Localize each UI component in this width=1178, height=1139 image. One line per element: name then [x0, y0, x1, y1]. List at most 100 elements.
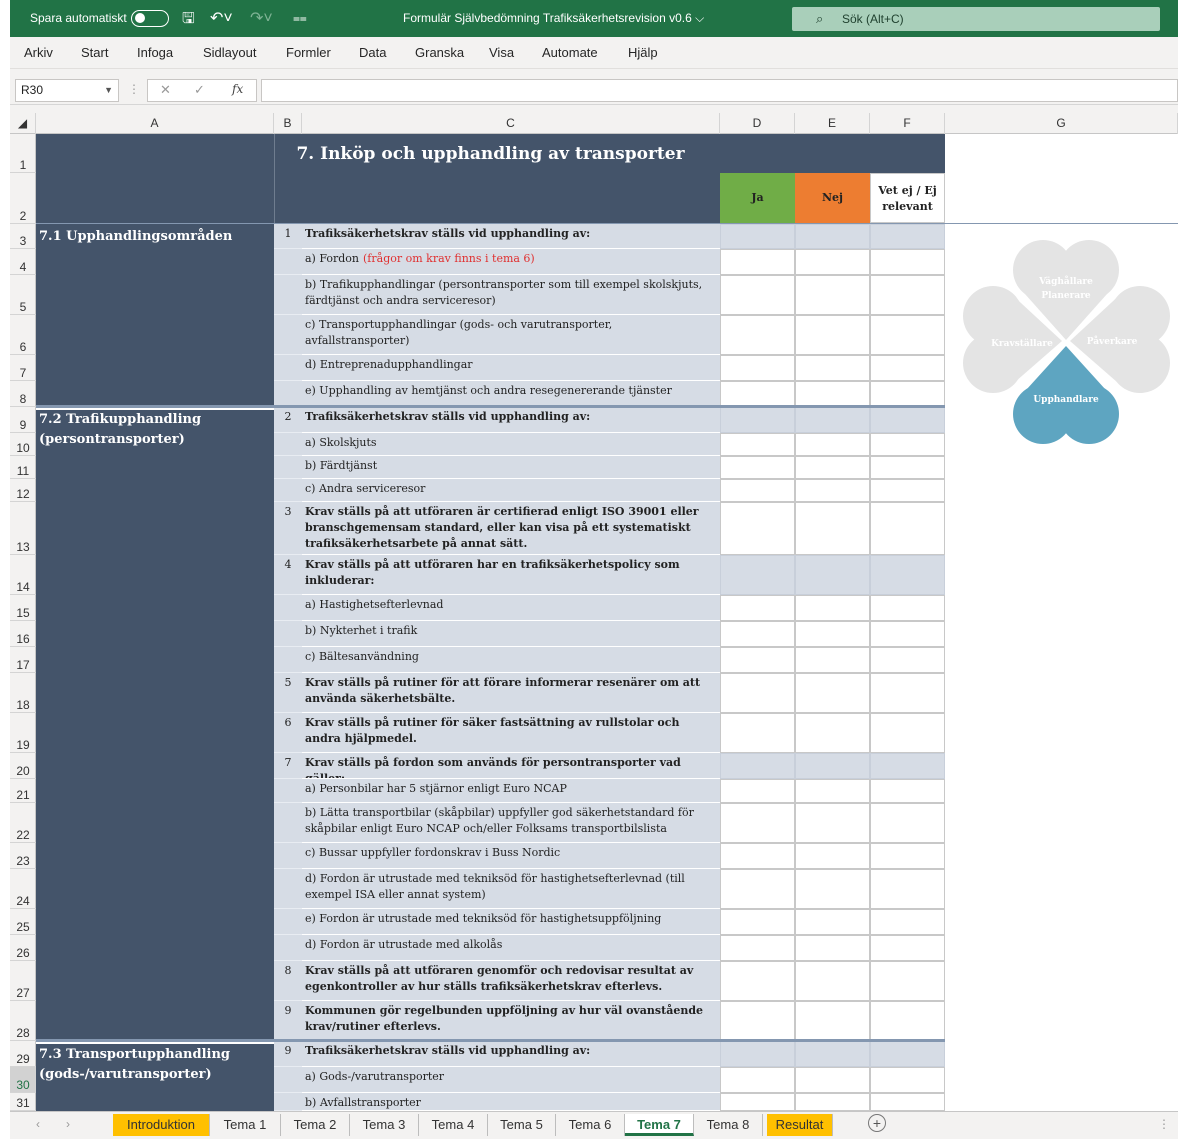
- answer-cell-nej[interactable]: [795, 1067, 870, 1093]
- question-number[interactable]: 6: [274, 713, 302, 753]
- row-header[interactable]: 13: [10, 502, 36, 555]
- answer-cell-nej[interactable]: [795, 1093, 870, 1111]
- answer-cell-nej[interactable]: [795, 621, 870, 647]
- question-text[interactable]: Kommunen gör regelbunden uppföljning av …: [302, 1001, 720, 1041]
- question-heading[interactable]: Trafiksäkerhetskrav ställs vid upphandli…: [302, 224, 720, 249]
- answer-cell-nej[interactable]: [795, 315, 870, 355]
- ribbon-tab-infoga[interactable]: Infoga: [137, 37, 173, 69]
- answer-cell-vet-ej[interactable]: [870, 713, 945, 753]
- ribbon-tab-formler[interactable]: Formler: [286, 37, 331, 69]
- row-header[interactable]: 9: [10, 407, 36, 433]
- answer-cell-nej[interactable]: [795, 753, 870, 779]
- sheet-tab-tema-7[interactable]: Tema 7: [625, 1114, 694, 1136]
- answer-cell-ja[interactable]: [720, 595, 795, 621]
- row-header[interactable]: 3: [10, 224, 36, 249]
- question-number[interactable]: [274, 275, 302, 315]
- search-box[interactable]: ⌕ Sök (Alt+C): [792, 7, 1160, 31]
- answer-cell-vet-ej[interactable]: [870, 779, 945, 803]
- question-heading[interactable]: Krav ställs på att utföraren har en traf…: [302, 555, 720, 595]
- row-header[interactable]: 1: [10, 134, 36, 173]
- answer-cell-ja[interactable]: [720, 935, 795, 961]
- row-header[interactable]: 17: [10, 647, 36, 673]
- question-number[interactable]: [274, 381, 302, 407]
- row-header[interactable]: 4: [10, 249, 36, 275]
- question-text[interactable]: c) Andra serviceresor: [302, 479, 720, 502]
- question-number[interactable]: [274, 869, 302, 909]
- row-header[interactable]: 7: [10, 355, 36, 381]
- answer-cell-nej[interactable]: [795, 355, 870, 381]
- question-text[interactable]: b) Lätta transportbilar (skåpbilar) uppf…: [302, 803, 720, 843]
- answer-cell-vet-ej[interactable]: [870, 456, 945, 479]
- answer-cell-nej[interactable]: [795, 1041, 870, 1067]
- question-text[interactable]: c) Bältesanvändning: [302, 647, 720, 673]
- answer-cell-ja[interactable]: [720, 713, 795, 753]
- row-header[interactable]: 27: [10, 961, 36, 1001]
- answer-cell-ja[interactable]: [720, 1093, 795, 1111]
- answer-cell-ja[interactable]: [720, 1001, 795, 1041]
- insert-function-icon[interactable]: fx: [232, 82, 243, 96]
- customize-toolbar-icon[interactable]: ⩵: [293, 0, 307, 37]
- column-header-b[interactable]: B: [274, 113, 302, 134]
- answer-cell-ja[interactable]: [720, 456, 795, 479]
- question-text[interactable]: Krav ställs på rutiner för att förare in…: [302, 673, 720, 713]
- answer-cell-ja[interactable]: [720, 479, 795, 502]
- answer-cell-nej[interactable]: [795, 275, 870, 315]
- question-number[interactable]: 9: [274, 1001, 302, 1041]
- answer-cell-nej[interactable]: [795, 843, 870, 869]
- answer-cell-vet-ej[interactable]: [870, 869, 945, 909]
- question-text[interactable]: b) Färdtjänst: [302, 456, 720, 479]
- answer-cell-nej[interactable]: [795, 961, 870, 1001]
- ribbon-tab-start[interactable]: Start: [81, 37, 108, 69]
- name-box[interactable]: R30 ▼: [15, 79, 119, 102]
- question-number[interactable]: 5: [274, 673, 302, 713]
- question-text[interactable]: d) Fordon är utrustade med tekniksöd för…: [302, 869, 720, 909]
- question-number[interactable]: 3: [274, 502, 302, 555]
- row-header[interactable]: 10: [10, 433, 36, 456]
- question-number[interactable]: [274, 315, 302, 355]
- answer-cell-ja[interactable]: [720, 433, 795, 456]
- question-number[interactable]: [274, 647, 302, 673]
- answer-cell-vet-ej[interactable]: [870, 1041, 945, 1067]
- answer-cell-ja[interactable]: [720, 843, 795, 869]
- row-header[interactable]: 24: [10, 869, 36, 909]
- question-number[interactable]: 8: [274, 961, 302, 1001]
- answer-cell-ja[interactable]: [720, 1067, 795, 1093]
- answer-cell-nej[interactable]: [795, 803, 870, 843]
- answer-cell-vet-ej[interactable]: [870, 224, 945, 249]
- row-header[interactable]: 25: [10, 909, 36, 935]
- answer-cell-vet-ej[interactable]: [870, 1067, 945, 1093]
- answer-cell-nej[interactable]: [795, 249, 870, 275]
- sheet-tab-resultat[interactable]: Resultat: [767, 1114, 833, 1136]
- row-header[interactable]: 29: [10, 1041, 36, 1067]
- question-number[interactable]: 4: [274, 555, 302, 595]
- answer-cell-ja[interactable]: [720, 315, 795, 355]
- ribbon-tab-hjalp[interactable]: Hjälp: [628, 37, 658, 69]
- question-text[interactable]: Krav ställs på att utföraren genomför oc…: [302, 961, 720, 1001]
- answer-cell-nej[interactable]: [795, 869, 870, 909]
- question-number[interactable]: 1: [274, 224, 302, 249]
- undo-icon[interactable]: ↶˅: [210, 0, 233, 37]
- row-header[interactable]: 11: [10, 456, 36, 479]
- answer-cell-vet-ej[interactable]: [870, 315, 945, 355]
- answer-cell-ja[interactable]: [720, 555, 795, 595]
- answer-cell-vet-ej[interactable]: [870, 843, 945, 869]
- add-sheet-icon[interactable]: +: [868, 1114, 886, 1132]
- answer-cell-vet-ej[interactable]: [870, 673, 945, 713]
- question-number[interactable]: [274, 456, 302, 479]
- question-text[interactable]: a) Fordon (frågor om krav finns i tema 6): [302, 249, 720, 275]
- question-text[interactable]: d) Entreprenadupphandlingar: [302, 355, 720, 381]
- question-number[interactable]: [274, 249, 302, 275]
- question-text[interactable]: b) Nykterhet i trafik: [302, 621, 720, 647]
- question-text[interactable]: b) Avfallstransporter: [302, 1093, 720, 1111]
- column-header-g[interactable]: G: [945, 113, 1178, 134]
- row-header[interactable]: 22: [10, 803, 36, 843]
- row-header[interactable]: 18: [10, 673, 36, 713]
- select-all-corner[interactable]: ◢: [10, 113, 36, 134]
- answer-cell-vet-ej[interactable]: [870, 909, 945, 935]
- question-text[interactable]: a) Personbilar har 5 stjärnor enligt Eur…: [302, 779, 720, 803]
- ribbon-tab-visa[interactable]: Visa: [489, 37, 514, 69]
- row-header[interactable]: 16: [10, 621, 36, 647]
- row-header[interactable]: 31: [10, 1093, 36, 1111]
- question-number[interactable]: [274, 779, 302, 803]
- sheet-tab-tema-4[interactable]: Tema 4: [419, 1114, 488, 1136]
